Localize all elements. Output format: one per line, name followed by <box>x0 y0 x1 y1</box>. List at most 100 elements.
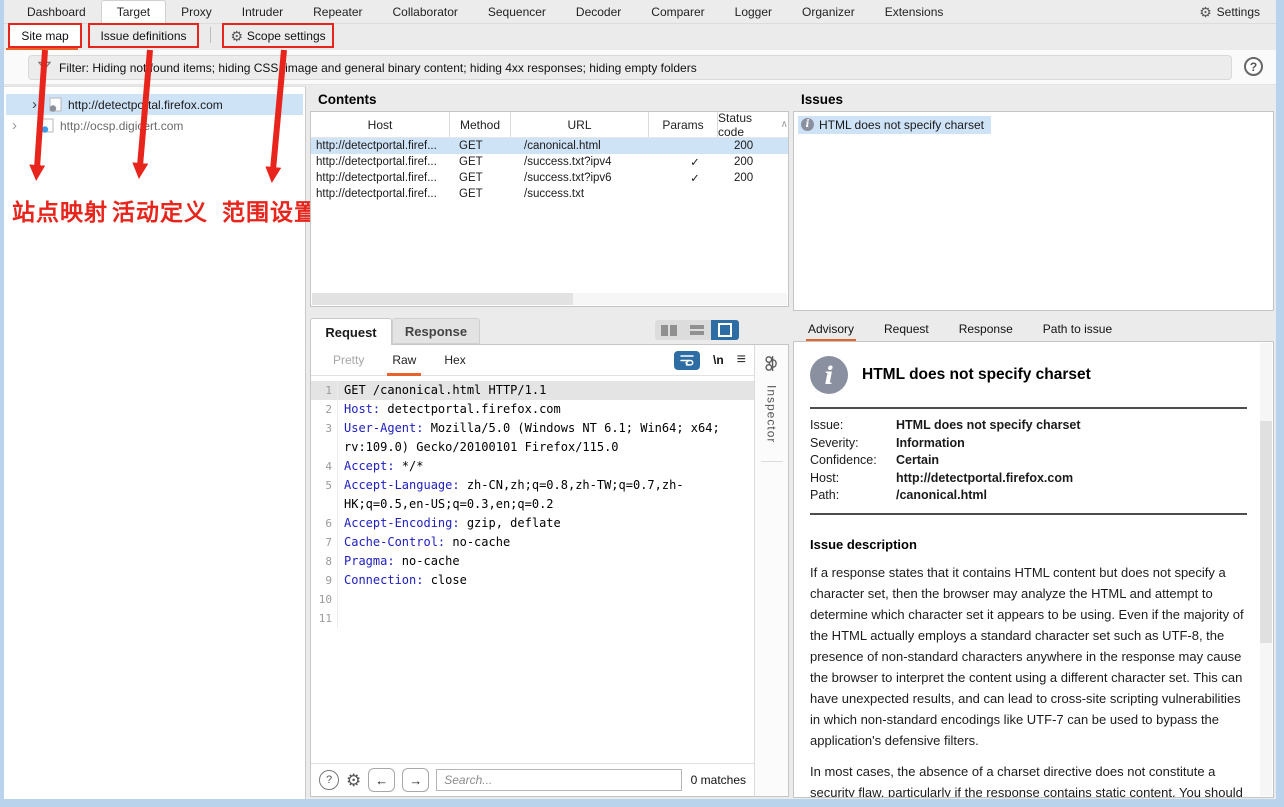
info-icon: i <box>810 356 848 394</box>
info-icon: i <box>801 118 814 131</box>
chevron-right-icon[interactable]: › <box>32 97 42 112</box>
request-line: 11 <box>311 609 756 628</box>
soft-wrap-button[interactable] <box>674 351 700 370</box>
editor-footer: ? ⚙ ← → 0 matches <box>311 763 756 796</box>
advisory-fields: Issue:HTML does not specify charset Seve… <box>810 417 1247 505</box>
view-hex[interactable]: Hex <box>444 353 465 367</box>
subtab-site-map[interactable]: Site map <box>8 23 82 48</box>
issues-title: Issues <box>801 92 843 107</box>
subtab-issue-definitions[interactable]: Issue definitions <box>88 23 199 48</box>
site-node-icon <box>48 97 63 112</box>
params-check-icon: ✓ <box>661 155 729 169</box>
tab-organizer[interactable]: Organizer <box>787 0 870 23</box>
request-line: 7Cache-Control: no-cache <box>311 533 756 552</box>
request-line: 5Accept-Language: zh-CN,zh;q=0.8,zh-TW;q… <box>311 476 756 514</box>
issue-item[interactable]: i HTML does not specify charset <box>798 116 991 134</box>
scrollbar-thumb[interactable] <box>312 293 573 305</box>
settings-label: Settings <box>1217 5 1260 19</box>
subtab-scope-settings-label: Scope settings <box>247 29 326 43</box>
table-row[interactable]: http://detectportal.firef...GET /success… <box>311 170 788 186</box>
chevron-right-icon[interactable]: › <box>12 118 22 133</box>
subtab-site-map-label: Site map <box>21 29 68 43</box>
vertical-scrollbar[interactable] <box>1260 343 1272 796</box>
tab-response[interactable]: Response <box>392 318 480 344</box>
settings-button[interactable]: ⚙ Settings <box>1199 0 1276 23</box>
view-pretty[interactable]: Pretty <box>333 353 364 367</box>
tab-sequencer[interactable]: Sequencer <box>473 0 561 23</box>
column-method[interactable]: Method <box>450 112 511 137</box>
tab-path-to-issue[interactable]: Path to issue <box>1043 322 1112 336</box>
request-line: 6Accept-Encoding: gzip, deflate <box>311 514 756 533</box>
column-params[interactable]: Params <box>649 112 718 137</box>
divider <box>810 407 1247 409</box>
tree-item-ocsp[interactable]: › http://ocsp.digicert.com <box>6 115 303 136</box>
tree-item-detectportal[interactable]: › http://detectportal.firefox.com <box>6 94 303 115</box>
layout-single-button[interactable] <box>711 320 739 340</box>
help-icon[interactable]: ? <box>1244 57 1263 76</box>
request-line: 1GET /canonical.html HTTP/1.1 <box>311 381 756 400</box>
filter-funnel-icon <box>38 61 51 74</box>
window-border-bottom <box>0 799 1284 807</box>
search-next-button[interactable]: → <box>402 768 429 792</box>
filter-bar[interactable]: Filter: Hiding not found items; hiding C… <box>28 55 1232 80</box>
subtab-scope-settings[interactable]: ⚙ Scope settings <box>222 23 334 48</box>
help-icon[interactable]: ? <box>319 770 339 790</box>
horizontal-scrollbar[interactable] <box>312 293 787 305</box>
annotation-scope-settings: 范围设置 <box>222 193 318 227</box>
menu-icon[interactable]: ≡ <box>737 352 746 368</box>
host-value: http://detectportal.firefox.com <box>896 470 1073 488</box>
tab-advisory[interactable]: Advisory <box>808 322 854 336</box>
tab-repeater[interactable]: Repeater <box>298 0 377 23</box>
tab-decoder[interactable]: Decoder <box>561 0 636 23</box>
column-host[interactable]: Host <box>311 112 450 137</box>
view-raw[interactable]: Raw <box>392 353 416 367</box>
tab-extensions[interactable]: Extensions <box>870 0 959 23</box>
newline-toggle[interactable]: \n <box>713 353 724 367</box>
request-editor-panel: Pretty Raw Hex \n ≡ 1GET /can <box>310 344 789 797</box>
gear-icon[interactable]: ⚙ <box>346 772 361 789</box>
request-line: 9Connection: close <box>311 571 756 590</box>
table-row[interactable]: http://detectportal.firef...GET /success… <box>311 186 788 202</box>
annotation-site-map: 站点映射 <box>12 193 108 227</box>
severity-value: Information <box>896 435 965 453</box>
tab-target[interactable]: Target <box>101 0 166 23</box>
gear-icon: ⚙ <box>230 29 243 43</box>
column-status-code[interactable]: Status code ∧ <box>718 112 788 137</box>
request-line: 3User-Agent: Mozilla/5.0 (Windows NT 6.1… <box>311 419 756 457</box>
contents-title: Contents <box>318 92 377 107</box>
tab-request[interactable]: Request <box>310 318 392 345</box>
inspector-icon <box>763 355 780 372</box>
request-raw-editor[interactable]: 1GET /canonical.html HTTP/1.1 2Host: det… <box>311 376 756 733</box>
tab-advisory-response[interactable]: Response <box>959 322 1013 336</box>
layout-rows-button[interactable] <box>683 320 711 340</box>
search-prev-button[interactable]: ← <box>368 768 395 792</box>
sort-ascending-icon: ∧ <box>781 119 788 130</box>
issue-description-title: Issue description <box>810 537 1247 552</box>
column-url[interactable]: URL <box>511 112 649 137</box>
tab-dashboard[interactable]: Dashboard <box>12 0 101 23</box>
request-line: 10 <box>311 590 756 609</box>
scrollbar-thumb[interactable] <box>1260 421 1272 643</box>
subtab-issue-definitions-label: Issue definitions <box>100 29 186 43</box>
search-input[interactable] <box>436 769 682 791</box>
issue-value: HTML does not specify charset <box>896 417 1081 435</box>
inspector-collapsed-panel[interactable]: Inspector <box>754 345 788 796</box>
confidence-value: Certain <box>896 452 939 470</box>
tab-intruder[interactable]: Intruder <box>227 0 298 23</box>
request-line: 8Pragma: no-cache <box>311 552 756 571</box>
match-count: 0 matches <box>691 773 748 787</box>
tab-proxy[interactable]: Proxy <box>166 0 227 23</box>
issues-list: i HTML does not specify charset <box>793 111 1274 311</box>
layout-columns-button[interactable] <box>655 320 683 340</box>
tab-logger[interactable]: Logger <box>720 0 787 23</box>
filter-text: Filter: Hiding not found items; hiding C… <box>59 61 697 75</box>
tab-advisory-request[interactable]: Request <box>884 322 929 336</box>
tab-comparer[interactable]: Comparer <box>636 0 719 23</box>
tab-collaborator[interactable]: Collaborator <box>378 0 473 23</box>
table-row[interactable]: http://detectportal.firef...GET /success… <box>311 154 788 170</box>
window-border-left <box>0 0 4 807</box>
message-view-bar: Pretty Raw Hex \n ≡ <box>311 345 756 376</box>
table-row[interactable]: http://detectportal.firef...GET /canonic… <box>311 138 788 154</box>
layout-toggle-group <box>655 320 739 340</box>
issue-item-label: HTML does not specify charset <box>819 118 984 132</box>
